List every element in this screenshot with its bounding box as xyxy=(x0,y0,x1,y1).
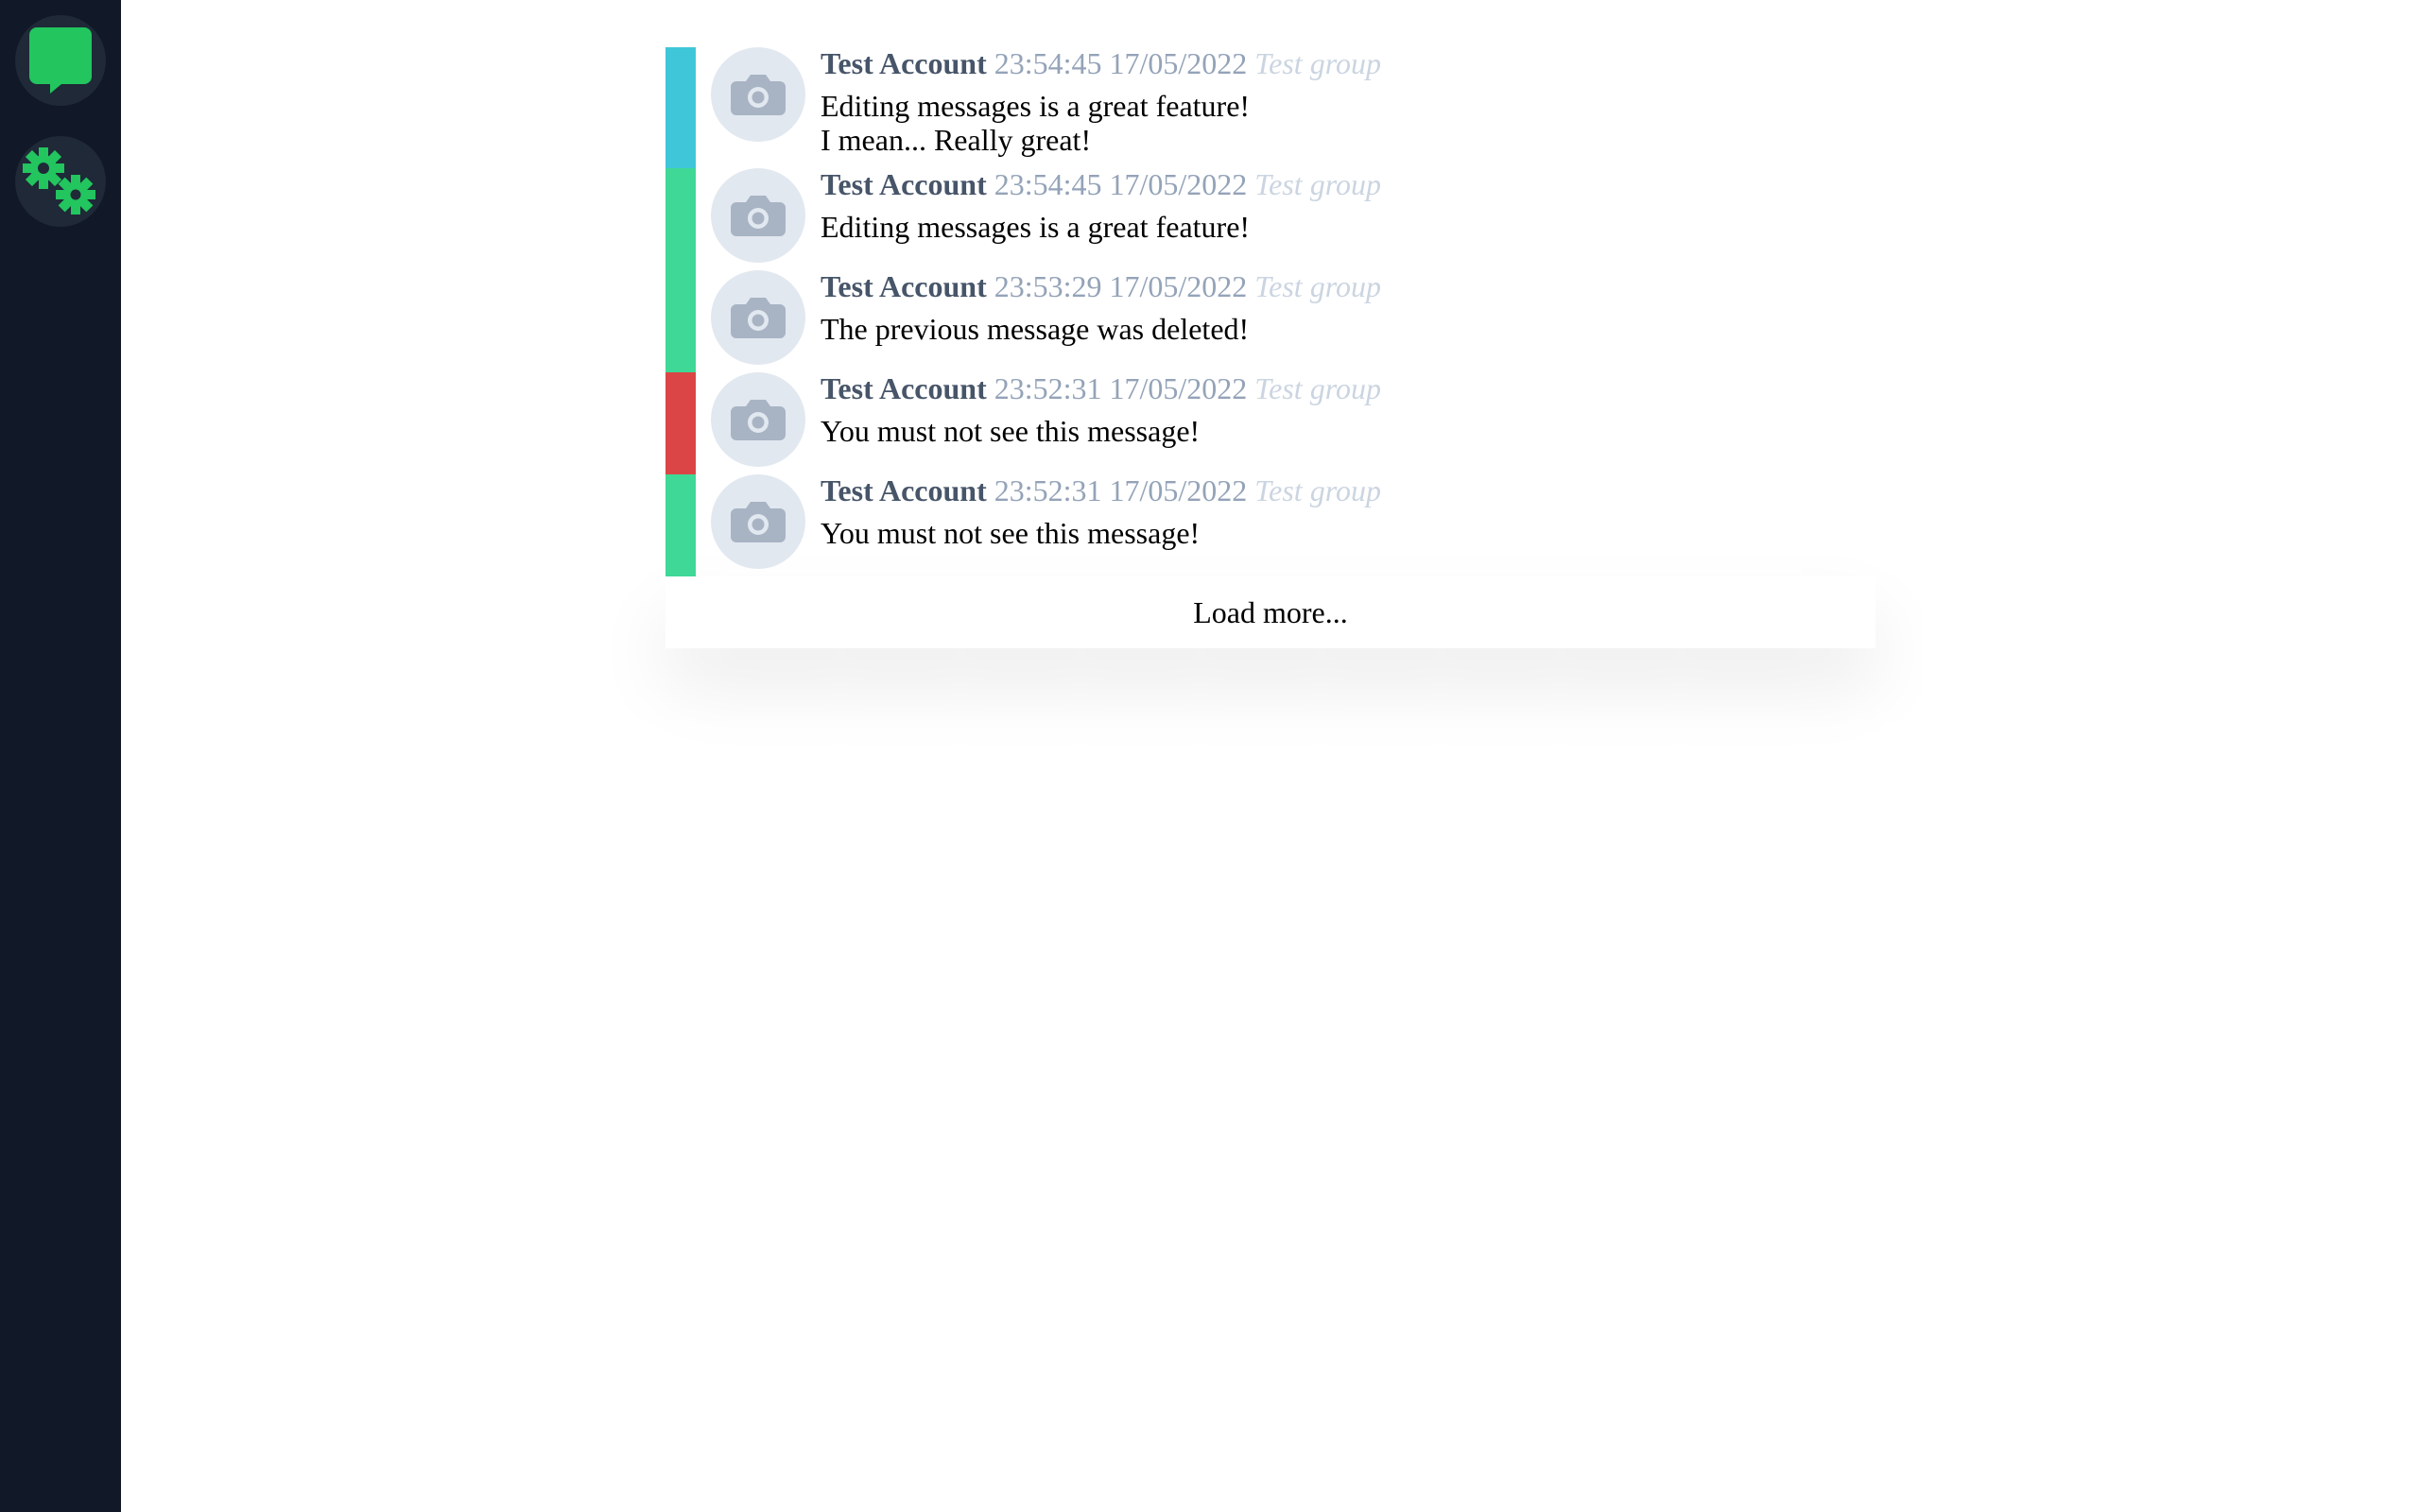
chat-bubble-icon xyxy=(29,27,92,94)
settings-nav-button[interactable] xyxy=(15,136,106,227)
message-status-bar xyxy=(666,168,696,270)
message-text: Editing messages is a great feature! xyxy=(821,210,1381,244)
message-body: Test Account 23:54:45 17/05/2022 Test gr… xyxy=(821,47,1381,157)
message-status-bar xyxy=(666,474,696,576)
message-status-bar xyxy=(666,270,696,372)
message-group: Test group xyxy=(1254,167,1381,201)
camera-icon xyxy=(731,502,786,542)
message-author: Test Account xyxy=(821,473,987,507)
message-header: Test Account 23:52:31 17/05/2022 Test gr… xyxy=(821,474,1381,507)
message-header: Test Account 23:53:29 17/05/2022 Test gr… xyxy=(821,270,1381,302)
avatar xyxy=(711,474,805,569)
message-author: Test Account xyxy=(821,46,987,80)
chat-nav-button[interactable] xyxy=(15,15,106,106)
message-status-bar xyxy=(666,47,696,168)
avatar xyxy=(711,47,805,142)
avatar xyxy=(711,372,805,467)
message-header: Test Account 23:54:45 17/05/2022 Test gr… xyxy=(821,168,1381,200)
message-timestamp: 23:54:45 17/05/2022 xyxy=(994,46,1248,80)
message-line: The previous message was deleted! xyxy=(821,312,1250,346)
message-item: Test Account 23:52:31 17/05/2022 Test gr… xyxy=(666,474,1876,576)
message-author: Test Account xyxy=(821,167,987,201)
message-timestamp: 23:54:45 17/05/2022 xyxy=(994,167,1248,201)
message-item: Test Account 23:52:31 17/05/2022 Test gr… xyxy=(666,372,1876,474)
camera-icon xyxy=(731,400,786,440)
message-timestamp: 23:52:31 17/05/2022 xyxy=(994,473,1248,507)
message-body: Test Account 23:53:29 17/05/2022 Test gr… xyxy=(821,270,1381,346)
message-text: You must not see this message! xyxy=(821,516,1381,550)
message-feed: Test Account 23:54:45 17/05/2022 Test gr… xyxy=(666,47,1876,648)
message-author: Test Account xyxy=(821,269,987,303)
camera-icon xyxy=(731,298,786,338)
message-text: You must not see this message! xyxy=(821,414,1381,448)
message-text: The previous message was deleted! xyxy=(821,312,1381,346)
message-body: Test Account 23:52:31 17/05/2022 Test gr… xyxy=(821,474,1381,550)
message-body: Test Account 23:52:31 17/05/2022 Test gr… xyxy=(821,372,1381,448)
message-line: Editing messages is a great feature! xyxy=(821,210,1251,244)
camera-icon xyxy=(731,196,786,236)
load-more-button[interactable]: Load more... xyxy=(666,576,1876,648)
message-group: Test group xyxy=(1254,371,1381,405)
sidebar xyxy=(0,0,121,1512)
message-item: Test Account 23:54:45 17/05/2022 Test gr… xyxy=(666,47,1876,168)
message-group: Test group xyxy=(1254,473,1381,507)
avatar xyxy=(711,270,805,365)
message-line: Editing messages is a great feature! xyxy=(821,89,1251,123)
main-content: Test Account 23:54:45 17/05/2022 Test gr… xyxy=(121,0,2420,1512)
message-item: Test Account 23:54:45 17/05/2022 Test gr… xyxy=(666,168,1876,270)
message-header: Test Account 23:52:31 17/05/2022 Test gr… xyxy=(821,372,1381,404)
message-header: Test Account 23:54:45 17/05/2022 Test gr… xyxy=(821,47,1381,79)
message-author: Test Account xyxy=(821,371,987,405)
message-line: You must not see this message! xyxy=(821,516,1201,550)
camera-icon xyxy=(731,75,786,115)
message-text: Editing messages is a great feature! I me… xyxy=(821,89,1381,157)
avatar xyxy=(711,168,805,263)
message-group: Test group xyxy=(1254,46,1381,80)
message-body: Test Account 23:54:45 17/05/2022 Test gr… xyxy=(821,168,1381,244)
message-line: You must not see this message! xyxy=(821,414,1201,448)
gears-icon xyxy=(23,147,95,215)
message-timestamp: 23:53:29 17/05/2022 xyxy=(994,269,1248,303)
message-group: Test group xyxy=(1254,269,1381,303)
message-line: I mean... Really great! xyxy=(821,123,1092,157)
message-status-bar xyxy=(666,372,696,474)
message-item: Test Account 23:53:29 17/05/2022 Test gr… xyxy=(666,270,1876,372)
message-timestamp: 23:52:31 17/05/2022 xyxy=(994,371,1248,405)
